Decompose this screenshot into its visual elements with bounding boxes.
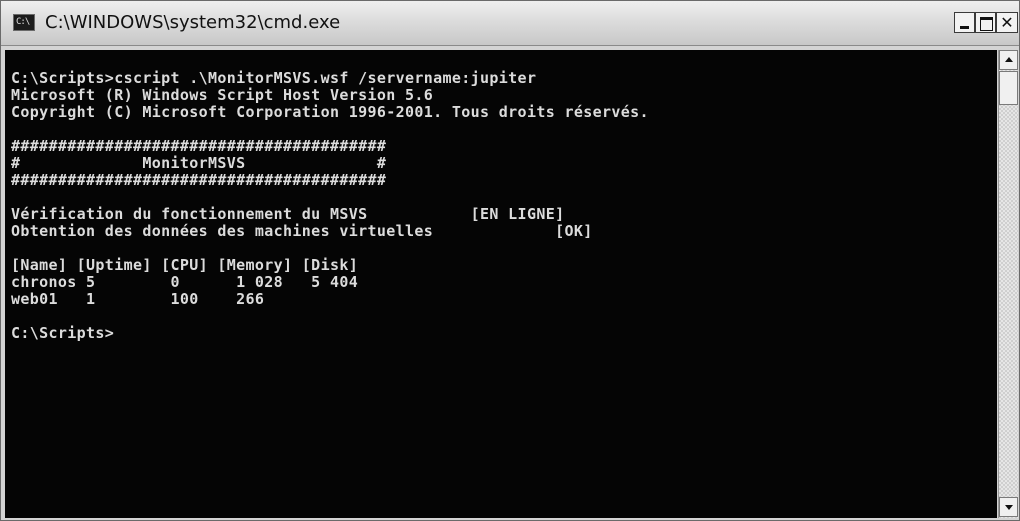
cmd-icon-glyph: C:\ — [16, 17, 30, 27]
console-line: Microsoft (R) Windows Script Host Versio… — [11, 86, 434, 104]
console-line: ######################################## — [11, 171, 387, 189]
scroll-up-arrow-icon — [1005, 57, 1013, 62]
console-line: Obtention des données des machines virtu… — [11, 222, 593, 240]
console-line: [Name] [Uptime] [CPU] [Memory] [Disk] — [11, 256, 359, 274]
title-bar[interactable]: C:\ C:\WINDOWS\system32\cmd.exe ✕ — [1, 1, 1019, 46]
minimize-icon — [960, 26, 969, 29]
console-line: Copyright (C) Microsoft Corporation 1996… — [11, 103, 649, 121]
scroll-down-arrow-icon — [1005, 505, 1013, 510]
close-icon: ✕ — [1000, 13, 1014, 32]
console-output[interactable]: C:\Scripts>cscript .\MonitorMSVS.wsf /se… — [5, 50, 997, 518]
console-prompt[interactable]: C:\Scripts> — [11, 325, 649, 342]
maximize-button[interactable] — [975, 12, 996, 33]
console-line: C:\Scripts>cscript .\MonitorMSVS.wsf /se… — [11, 69, 537, 87]
console-line: web01 1 100 266 — [11, 290, 265, 308]
scroll-thumb[interactable] — [999, 71, 1018, 105]
vertical-scrollbar[interactable] — [998, 50, 1018, 518]
minimize-button[interactable] — [954, 12, 975, 33]
console-line: chronos 5 0 1 028 5 404 — [11, 273, 359, 291]
window-title: C:\WINDOWS\system32\cmd.exe — [45, 12, 341, 33]
console-line: ######################################## — [11, 137, 387, 155]
cmd-window: C:\ C:\WINDOWS\system32\cmd.exe ✕ C:\Scr… — [0, 0, 1020, 521]
close-button[interactable]: ✕ — [996, 12, 1018, 33]
cmd-icon[interactable]: C:\ — [13, 14, 35, 31]
scroll-down-button[interactable] — [999, 497, 1018, 517]
maximize-icon — [980, 17, 993, 31]
scroll-up-button[interactable] — [999, 50, 1018, 70]
console-line: Vérification du fonctionnement du MSVS [… — [11, 205, 565, 223]
console-line: # MonitorMSVS # — [11, 154, 387, 172]
console-lines: C:\Scripts>cscript .\MonitorMSVS.wsf /se… — [11, 70, 649, 342]
